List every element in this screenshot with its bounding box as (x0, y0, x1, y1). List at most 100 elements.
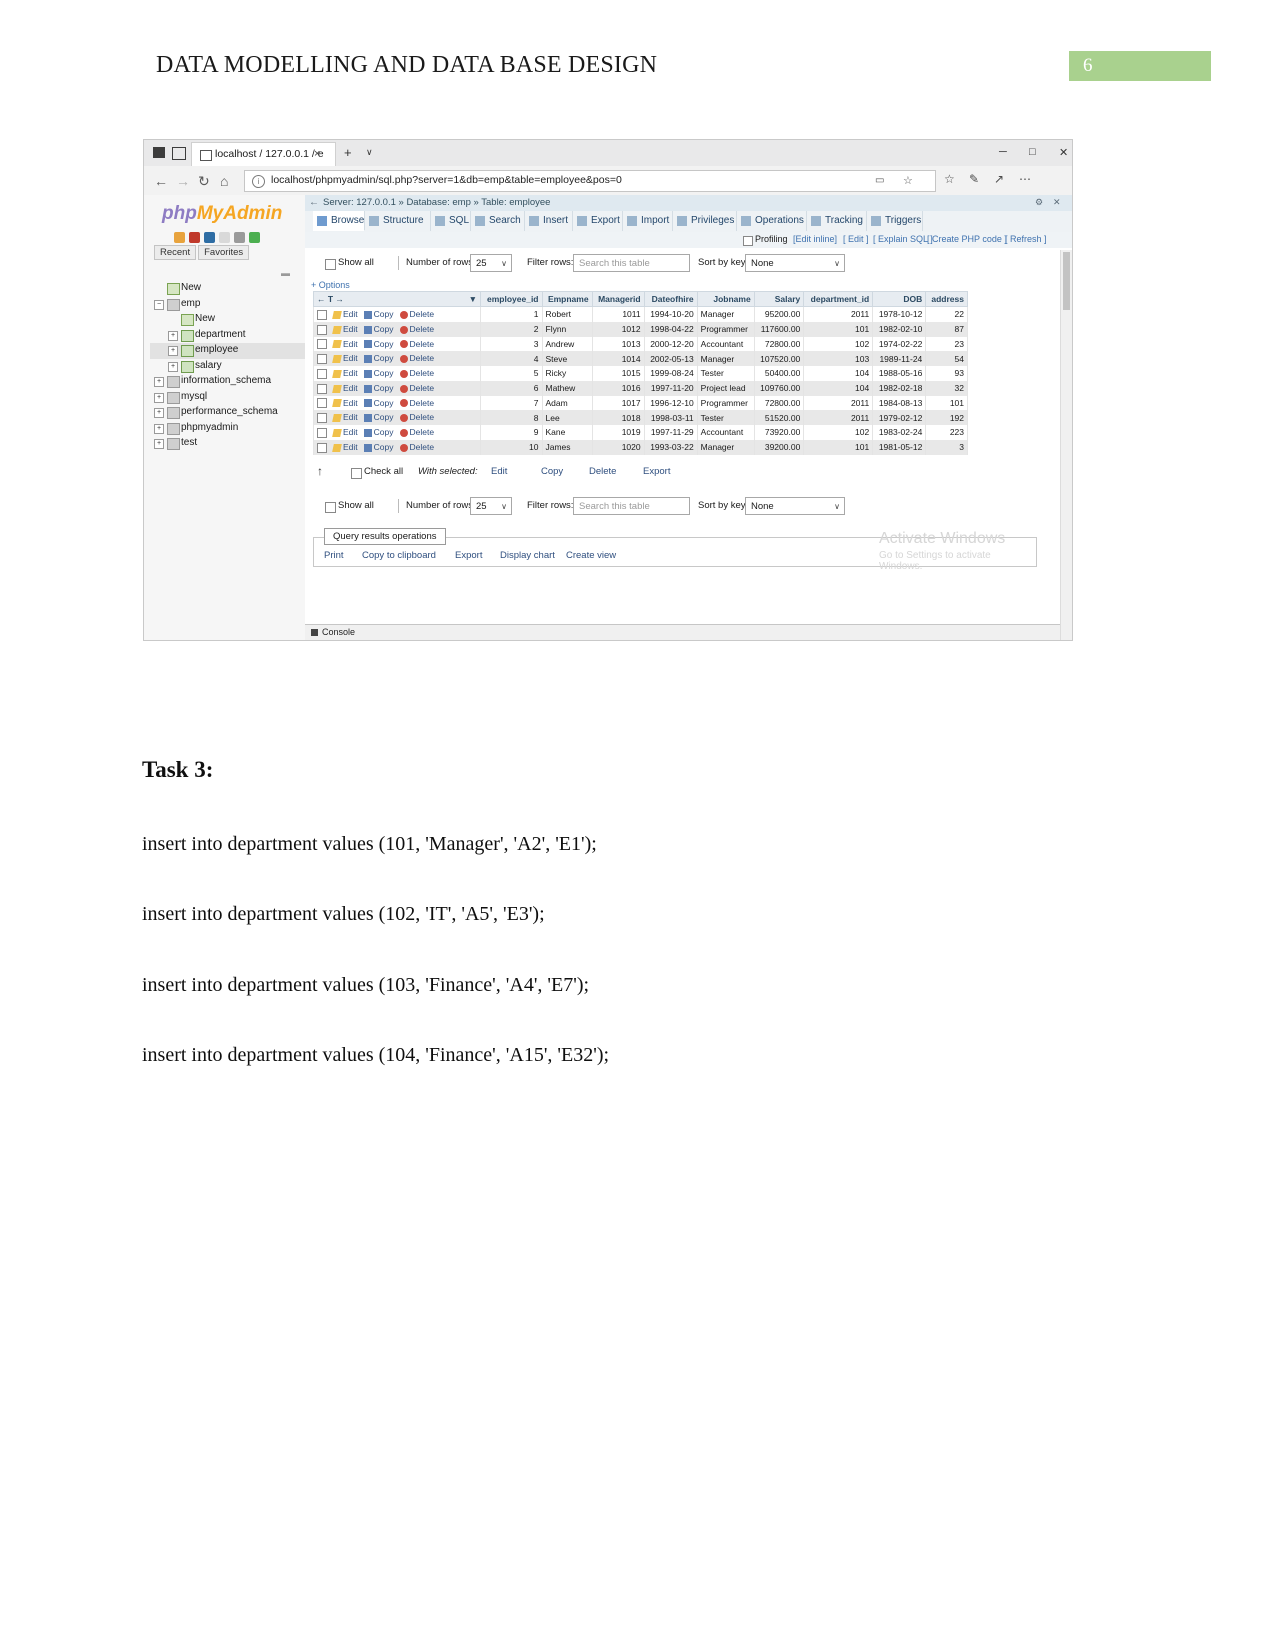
row-delete-button[interactable]: Delete (399, 412, 434, 422)
tab-browse[interactable]: Browse (313, 211, 365, 231)
row-copy-button[interactable]: Copy (363, 412, 394, 422)
expand-icon[interactable]: + (154, 392, 164, 403)
cell-Jobname[interactable]: Project lead (696, 380, 755, 396)
cell-DOB[interactable]: 1988-05-16 (872, 366, 927, 381)
cell-department_id[interactable]: 101 (803, 439, 874, 455)
cell-department_id[interactable]: 2011 (803, 306, 874, 322)
cell-Dateofhire[interactable]: 1999-08-24 (643, 366, 698, 381)
tree-item-new[interactable]: New (150, 281, 305, 297)
export-button[interactable]: Export (455, 550, 482, 561)
close-window-button[interactable]: ✕ (1059, 146, 1068, 159)
phpmyadmin-logo[interactable]: phpMyAdmin (162, 203, 282, 225)
cell-Jobname[interactable]: Programmer (696, 395, 755, 411)
tab-preview-icon[interactable] (172, 147, 186, 160)
cell-DOB[interactable]: 1974-02-22 (872, 336, 927, 352)
cell-Managerid[interactable]: 1015 (591, 366, 645, 381)
table-row[interactable]: Edit Copy Delete 4 Steve 1014 2002-05-13 Manage… (313, 351, 968, 366)
cell-Salary[interactable]: 109760.00 (753, 380, 805, 396)
refresh-link[interactable]: [ Refresh ] (1005, 234, 1047, 244)
cell-DOB[interactable]: 1978-10-12 (872, 306, 927, 322)
cell-Jobname[interactable]: Accountant (696, 425, 755, 440)
row-copy-button[interactable]: Copy (363, 427, 394, 437)
cell-DOB[interactable]: 1982-02-10 (872, 321, 927, 337)
cell-Dateofhire[interactable]: 1994-10-20 (643, 306, 698, 322)
cell-Dateofhire[interactable]: 1993-03-22 (643, 439, 698, 455)
expand-icon[interactable]: + (154, 439, 164, 449)
tree-item-employee[interactable]: + employee (150, 343, 305, 359)
cell-Empname[interactable]: Flynn (541, 321, 593, 337)
tab-sql[interactable]: SQL (431, 211, 471, 231)
tree-item-mysql[interactable]: + mysql (150, 390, 305, 406)
column-header-Salary[interactable]: Salary (753, 291, 805, 307)
cell-Managerid[interactable]: 1011 (591, 306, 645, 322)
tree-item-test[interactable]: + test (150, 436, 305, 452)
back-icon[interactable]: ← (154, 173, 168, 189)
row-checkbox[interactable] (317, 368, 327, 379)
row-delete-button[interactable]: Delete (399, 427, 434, 437)
cell-address[interactable]: 32 (925, 380, 968, 396)
row-copy-button[interactable]: Copy (363, 368, 394, 378)
cell-DOB[interactable]: 1982-02-18 (872, 380, 927, 396)
column-header-Jobname[interactable]: Jobname (696, 291, 755, 307)
row-edit-button[interactable]: Edit (332, 442, 358, 452)
cell-department_id[interactable]: 104 (803, 366, 874, 381)
cell-Salary[interactable]: 107520.00 (753, 351, 805, 366)
tree-item-phpmyadmin[interactable]: + phpmyadmin (150, 421, 305, 437)
table-row[interactable]: Edit Copy Delete 7 Adam 1017 1996-12-10 Program… (313, 395, 968, 411)
check-all-label[interactable]: Check all (364, 466, 403, 477)
row-edit-button[interactable]: Edit (332, 339, 358, 349)
row-checkbox[interactable] (317, 413, 327, 423)
cell-Managerid[interactable]: 1013 (591, 336, 645, 352)
tab-search[interactable]: Search (471, 211, 525, 231)
filter-rows-input-bottom[interactable]: Search this table (573, 497, 690, 515)
cell-Dateofhire[interactable]: 1998-04-22 (643, 321, 698, 337)
row-copy-button[interactable]: Copy (363, 339, 394, 349)
favorite-icon[interactable]: ☆ (903, 174, 913, 187)
cell-department_id[interactable]: 102 (803, 336, 874, 352)
tab-triggers[interactable]: Triggers (867, 211, 923, 231)
row-delete-button[interactable]: Delete (399, 398, 434, 408)
filter-rows-input-top[interactable]: Search this table (573, 254, 690, 272)
check-all-checkbox[interactable] (351, 468, 362, 479)
bulk-edit-button[interactable]: Edit (491, 466, 507, 477)
cell-department_id[interactable]: 104 (803, 380, 874, 396)
cell-employee_id[interactable]: 9 (480, 425, 543, 440)
table-row[interactable]: Edit Copy Delete 3 Andrew 1013 2000-12-20 Accou… (313, 336, 968, 352)
share-icon[interactable]: ↗ (994, 172, 1004, 186)
row-copy-button[interactable]: Copy (363, 398, 394, 408)
sort-by-key-select-bottom[interactable]: None ∨ (745, 497, 845, 515)
cell-Salary[interactable]: 39200.00 (753, 439, 805, 455)
reading-view-icon[interactable]: ▭ (875, 175, 884, 186)
column-header-Dateofhire[interactable]: Dateofhire (643, 291, 698, 307)
address-bar[interactable]: i localhost/phpmyadmin/sql.php?server=1&… (244, 170, 936, 192)
cell-department_id[interactable]: 2011 (803, 395, 874, 411)
expand-icon[interactable]: + (168, 330, 178, 341)
breadcrumb-back-icon[interactable]: ← (309, 197, 319, 208)
create-php-code-link[interactable]: [ Create PHP code ] (927, 234, 1007, 244)
tree-item-emp[interactable]: − emp (150, 297, 305, 313)
cell-Empname[interactable]: Ricky (541, 366, 593, 381)
cell-Jobname[interactable]: Manager (696, 439, 755, 455)
cell-employee_id[interactable]: 1 (480, 306, 543, 322)
cell-Managerid[interactable]: 1019 (591, 425, 645, 440)
show-all-checkbox-top[interactable] (325, 259, 336, 270)
cell-employee_id[interactable]: 4 (480, 351, 543, 366)
display-chart-button[interactable]: Display chart (500, 550, 555, 561)
close-tab-icon[interactable]: × (314, 148, 320, 160)
cell-Dateofhire[interactable]: 2002-05-13 (643, 351, 698, 366)
column-header-employee_id[interactable]: employee_id (480, 291, 543, 307)
cell-Salary[interactable]: 117600.00 (753, 321, 805, 337)
select-arrow-icon[interactable]: ↑ (317, 464, 323, 478)
cell-department_id[interactable]: 2011 (803, 410, 874, 425)
expand-icon[interactable]: + (154, 423, 164, 434)
tab-export[interactable]: Export (573, 211, 623, 231)
print-button[interactable]: Print (324, 550, 344, 561)
cell-Jobname[interactable]: Tester (696, 410, 755, 425)
cell-department_id[interactable]: 101 (803, 321, 874, 337)
show-all-checkbox-bottom[interactable] (325, 502, 336, 513)
edit-link[interactable]: [ Edit ] (843, 234, 869, 244)
collapse-handle-icon[interactable]: ▬ (281, 268, 291, 278)
cell-Dateofhire[interactable]: 2000-12-20 (643, 336, 698, 352)
create-view-button[interactable]: Create view (566, 550, 616, 561)
cell-Salary[interactable]: 72800.00 (753, 395, 805, 411)
